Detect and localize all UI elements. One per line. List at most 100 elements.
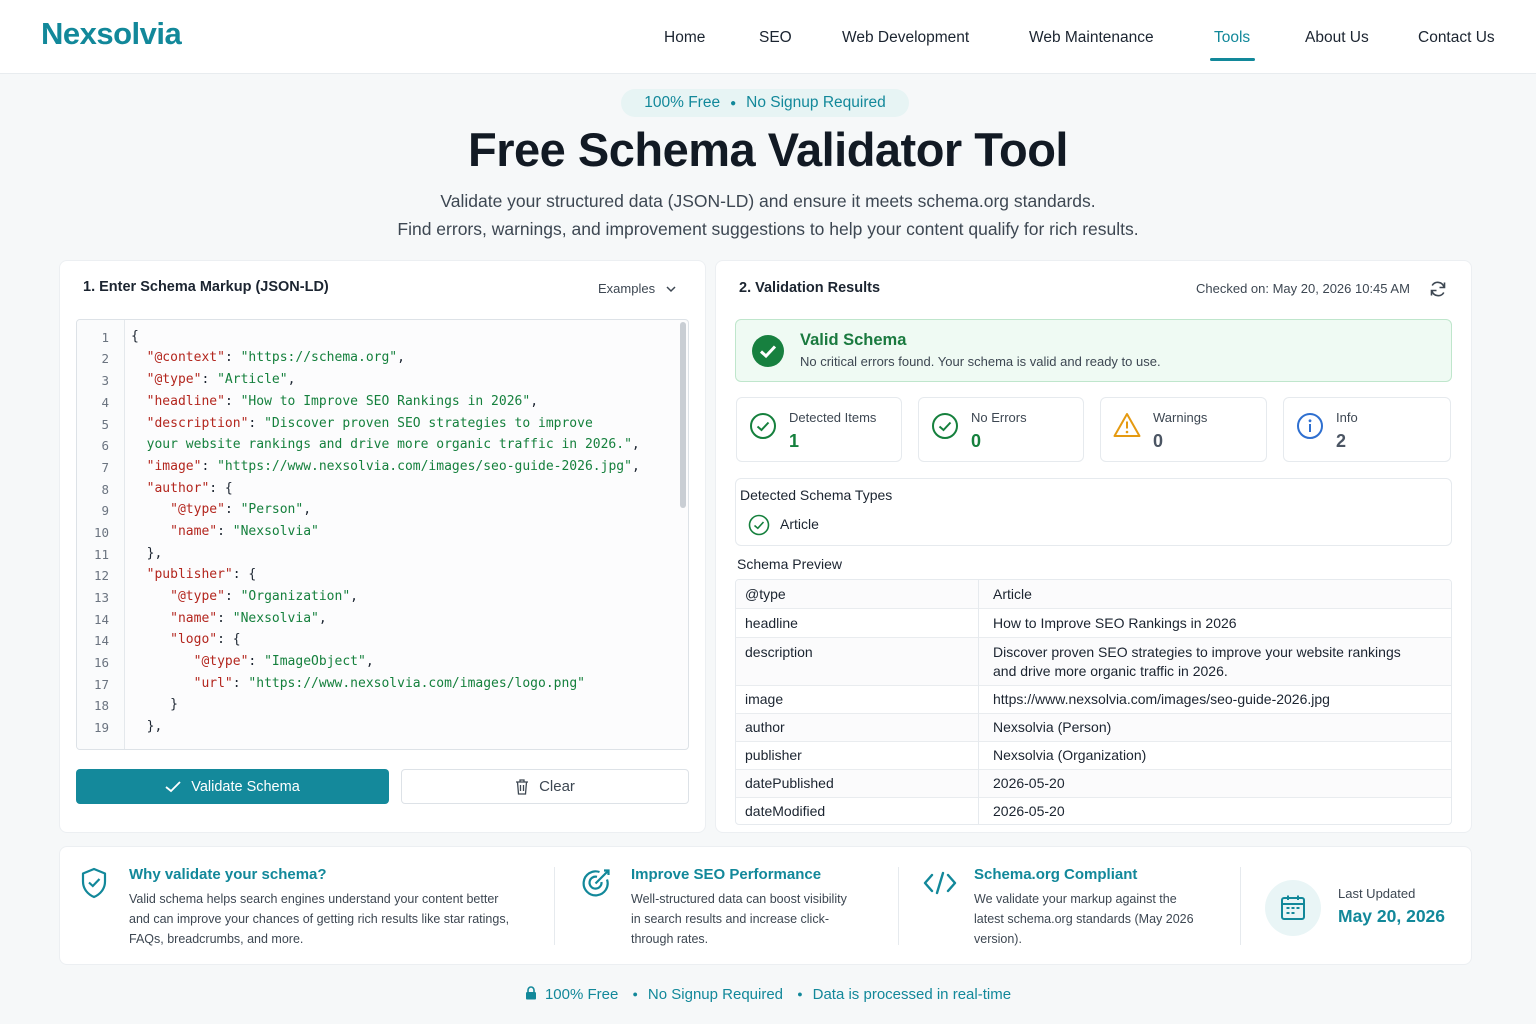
code-line[interactable]: { xyxy=(131,329,139,344)
last-updated-label: Last Updated xyxy=(1338,886,1416,901)
info-strip: Why validate your schema? Valid schema h… xyxy=(59,846,1472,965)
nav-web-maintenance[interactable]: Web Maintenance xyxy=(1029,29,1154,47)
nav-about-us[interactable]: About Us xyxy=(1305,29,1369,47)
line-number: 2 xyxy=(101,351,109,366)
code-line[interactable]: "@type": "Person", xyxy=(131,502,311,517)
code-line[interactable]: "description": "Discover proven SEO stra… xyxy=(131,416,593,431)
bullet-dot: ● xyxy=(730,97,737,109)
line-number: 19 xyxy=(93,720,109,735)
check-circle-filled-icon xyxy=(752,335,784,367)
brand-logo[interactable]: Nexsolvia xyxy=(41,16,182,52)
check-circle-icon xyxy=(748,514,770,536)
json-ld-editor[interactable]: 1 2 3 4 5 6 7 8 9 10 11 12 13 14 14 16 1… xyxy=(76,319,689,750)
nav-home[interactable]: Home xyxy=(664,29,705,47)
code-line[interactable]: "name": "Nexsolvia", xyxy=(131,611,327,626)
code-line[interactable]: "logo": { xyxy=(131,632,240,647)
stat-detected-items: Detected Items 1 xyxy=(736,397,902,462)
chevron-down-icon xyxy=(666,285,676,292)
line-number: 10 xyxy=(93,525,109,540)
stat-value: 0 xyxy=(971,431,982,451)
code-line[interactable]: "headline": "How to Improve SEO Rankings… xyxy=(131,394,538,409)
check-icon xyxy=(165,780,181,792)
examples-label: Examples xyxy=(598,281,656,296)
line-number: 6 xyxy=(101,438,109,453)
stat-label: Warnings xyxy=(1153,410,1208,425)
stat-value: 0 xyxy=(1153,431,1164,451)
top-navbar: Nexsolvia Home SEO Web Development Web M… xyxy=(0,0,1536,74)
table-row: @type Article xyxy=(736,580,1451,609)
nav-seo[interactable]: SEO xyxy=(759,29,792,47)
column-divider xyxy=(978,580,979,824)
clear-button[interactable]: Clear xyxy=(401,769,689,804)
line-number: 16 xyxy=(93,655,109,670)
nav-web-development[interactable]: Web Development xyxy=(842,29,969,47)
stat-label: Detected Items xyxy=(789,410,877,425)
why-validate-text: FAQs, breadcrumbs, and more. xyxy=(129,932,304,946)
code-line[interactable]: "name": "Nexsolvia" xyxy=(131,524,319,539)
line-number: 14 xyxy=(93,633,109,648)
code-line[interactable]: "@type": "Article", xyxy=(131,372,296,387)
checked-on-timestamp: Checked on: May 20, 2026 10:45 AM xyxy=(1196,281,1410,296)
code-line[interactable]: }, xyxy=(131,546,163,561)
code-line[interactable]: } xyxy=(131,697,178,712)
bullet-dot: ● xyxy=(797,989,803,999)
refresh-icon[interactable] xyxy=(1428,279,1448,299)
table-row: headline How to Improve SEO Rankings in … xyxy=(736,609,1451,638)
results-panel-title: 2. Validation Results xyxy=(739,280,881,296)
code-line[interactable]: "@type": "ImageObject", xyxy=(131,654,374,669)
check-circle-icon xyxy=(932,413,958,439)
stat-no-errors: No Errors 0 xyxy=(918,397,1084,462)
table-row: description Discover proven SEO strategi… xyxy=(736,638,1451,686)
line-number: 8 xyxy=(101,482,109,497)
calendar-icon xyxy=(1281,895,1305,920)
examples-dropdown[interactable]: Examples xyxy=(598,281,677,296)
nav-tools[interactable]: Tools xyxy=(1214,29,1250,47)
line-number: 9 xyxy=(101,503,109,518)
warning-icon xyxy=(1113,413,1141,437)
schema-compliant-text: version). xyxy=(974,932,1022,946)
preview-key: image xyxy=(745,691,784,707)
stat-warnings: Warnings 0 xyxy=(1100,397,1267,462)
stat-label: No Errors xyxy=(971,410,1027,425)
active-nav-indicator xyxy=(1210,58,1255,61)
line-number: 18 xyxy=(93,698,109,713)
code-line[interactable]: "url": "https://www.nexsolvia.com/images… xyxy=(131,676,585,691)
code-line[interactable]: "image": "https://www.nexsolvia.com/imag… xyxy=(131,459,640,474)
preview-value: How to Improve SEO Rankings in 2026 xyxy=(993,615,1237,631)
code-line[interactable]: your website rankings and drive more org… xyxy=(131,437,640,452)
schema-preview-title: Schema Preview xyxy=(737,556,843,572)
code-line[interactable]: "@type": "Organization", xyxy=(131,589,358,604)
preview-value-continued: and drive more organic traffic in 2026. xyxy=(993,663,1228,679)
preview-value: Discover proven SEO strategies to improv… xyxy=(993,644,1401,660)
improve-seo-text: in search results and increase click- xyxy=(631,912,829,926)
stat-label: Info xyxy=(1336,410,1358,425)
line-number: 14 xyxy=(93,612,109,627)
target-icon xyxy=(582,869,610,897)
bullet-dot: ● xyxy=(632,989,638,999)
valid-schema-description: No critical errors found. Your schema is… xyxy=(800,354,1161,369)
table-row: image https://www.nexsolvia.com/images/s… xyxy=(736,686,1451,714)
divider xyxy=(554,867,555,945)
footer-realtime: Data is processed in real-time xyxy=(812,986,1012,1003)
divider xyxy=(1240,867,1241,945)
code-line[interactable]: }, xyxy=(131,719,163,734)
code-line[interactable]: "@context": "https://schema.org", xyxy=(131,350,405,365)
preview-key: description xyxy=(745,644,813,660)
preview-value: Article xyxy=(993,586,1032,602)
code-line[interactable]: "publisher": { xyxy=(131,567,257,582)
code-line[interactable]: "author": { xyxy=(131,481,233,496)
table-row: author Nexsolvia (Person) xyxy=(736,714,1451,742)
improve-seo-text: through rates. xyxy=(631,932,709,946)
validate-schema-button[interactable]: Validate Schema xyxy=(76,769,389,804)
schema-compliant-text: We validate your markup against the xyxy=(974,892,1177,906)
page-title: Free Schema Validator Tool xyxy=(468,123,1068,176)
editor-scrollbar[interactable] xyxy=(680,322,686,508)
trash-icon xyxy=(516,778,529,795)
why-validate-text: Valid schema helps search engines unders… xyxy=(129,892,499,906)
footer-no-signup: No Signup Required xyxy=(647,986,784,1003)
detected-type-article[interactable]: Article xyxy=(780,516,819,532)
clear-button-label: Clear xyxy=(539,778,575,795)
nav-contact-us[interactable]: Contact Us xyxy=(1418,29,1495,47)
line-number: 4 xyxy=(101,395,109,410)
table-row: publisher Nexsolvia (Organization) xyxy=(736,742,1451,770)
